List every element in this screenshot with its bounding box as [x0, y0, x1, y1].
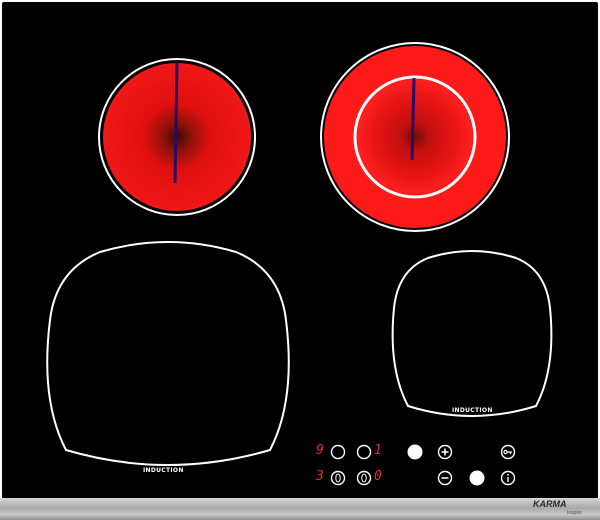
- induction-zone-left: [40, 240, 296, 480]
- induction-label-left: INDUCTION: [143, 467, 184, 474]
- power-display-3: 3: [316, 469, 324, 484]
- power-display-2: 1: [374, 443, 382, 458]
- cooktop: INDUCTION INDUCTION 9 1 3 0 KARMA Inspir…: [0, 0, 600, 520]
- radiant-zone-top-left: [95, 55, 259, 219]
- power-display-4: 0: [374, 469, 382, 484]
- power-on-button[interactable]: [406, 443, 424, 465]
- timer-button[interactable]: [468, 469, 486, 491]
- power-display-1: 9: [316, 443, 324, 458]
- brand-logo: KARMA: [533, 499, 567, 509]
- zone-select-button-2[interactable]: [356, 444, 372, 464]
- brand-sublogo: Inspire: [567, 510, 583, 516]
- lock-key-icon[interactable]: [500, 444, 516, 464]
- zone-select-button-4[interactable]: [356, 470, 372, 490]
- minus-button[interactable]: [437, 470, 453, 490]
- zone-select-button-1[interactable]: [330, 444, 346, 464]
- plus-button[interactable]: [437, 444, 453, 464]
- dual-radiant-zone-top-right: [318, 40, 512, 234]
- induction-label-right: INDUCTION: [452, 407, 493, 414]
- zone-select-button-3[interactable]: [330, 470, 346, 490]
- steel-trim: [0, 498, 600, 520]
- info-icon[interactable]: [500, 470, 516, 490]
- induction-zone-right: [388, 248, 556, 420]
